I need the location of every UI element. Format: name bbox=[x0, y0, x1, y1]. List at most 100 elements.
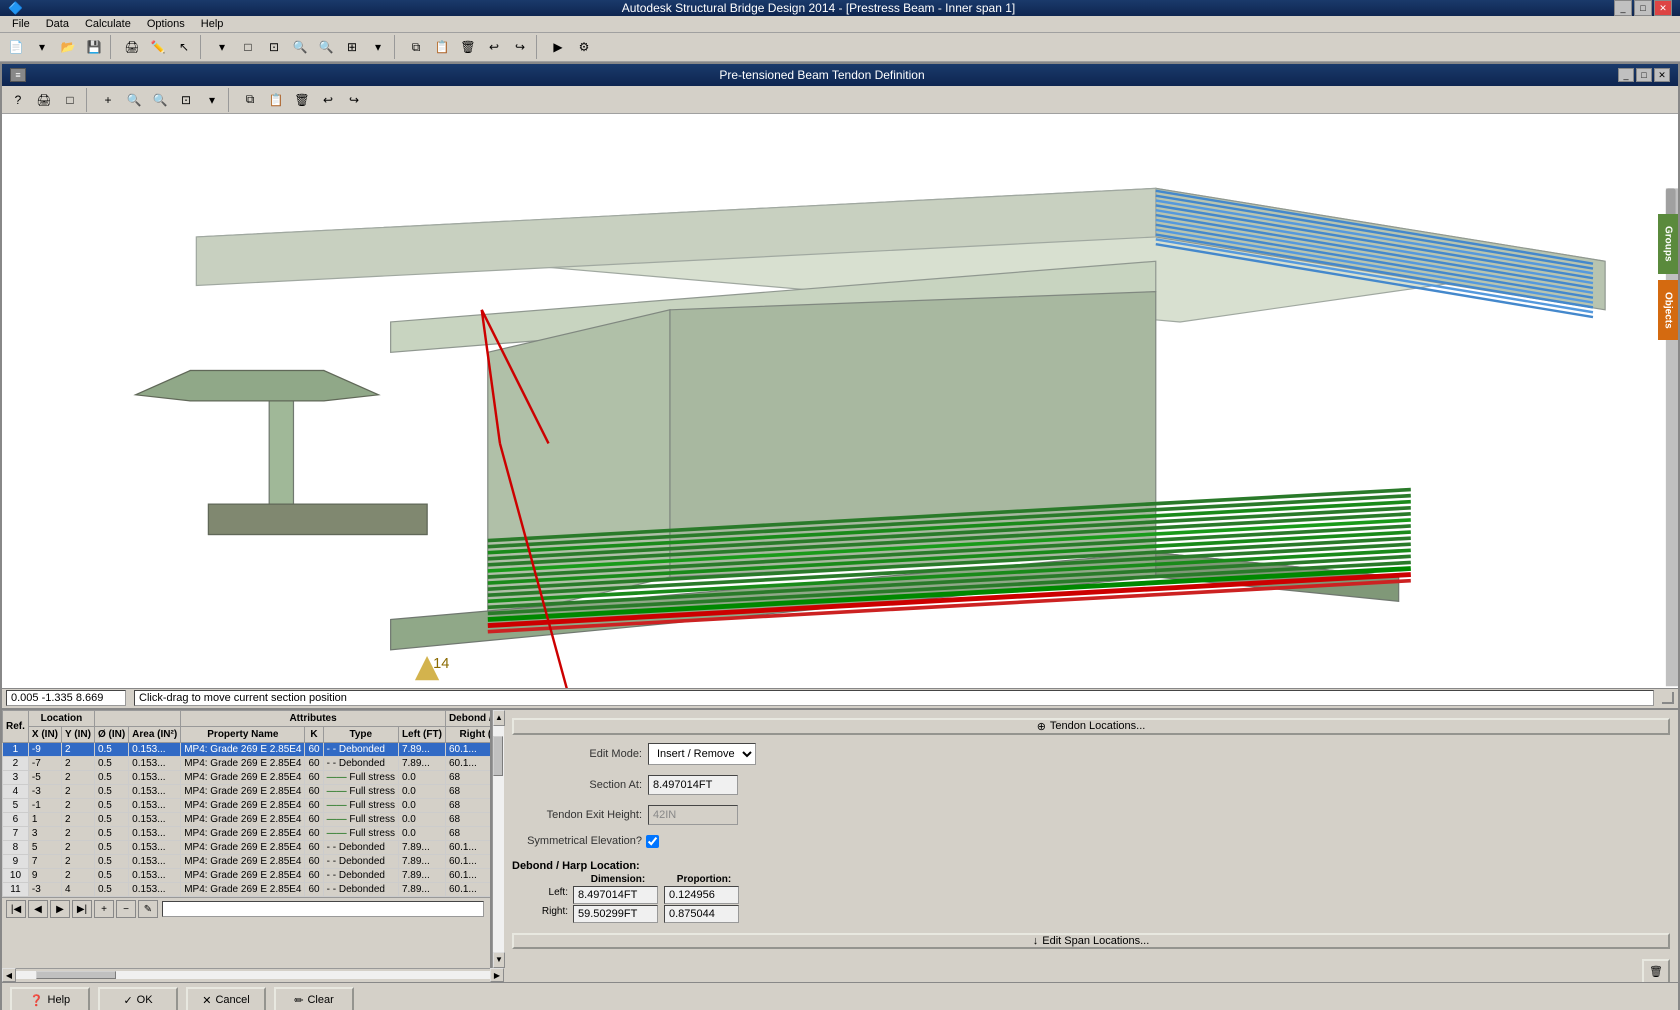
dg-right-dim[interactable] bbox=[573, 905, 658, 923]
table-row[interactable]: 7 3 2 0.5 0.153... MP4: Grade 269 E 2.85… bbox=[3, 826, 491, 840]
tendon-exit-input[interactable] bbox=[648, 805, 738, 825]
dlg-help[interactable]: ? bbox=[6, 88, 30, 112]
tb-dropdown2[interactable]: ▾ bbox=[210, 35, 234, 59]
cell-dia: 0.5 bbox=[94, 784, 128, 798]
dg-empty bbox=[512, 874, 572, 885]
tb-paste[interactable]: 📋 bbox=[430, 35, 454, 59]
cell-prop: MP4: Grade 269 E 2.85E4 bbox=[181, 854, 305, 868]
table-row[interactable]: 3 -5 2 0.5 0.153... MP4: Grade 269 E 2.8… bbox=[3, 770, 491, 784]
tb-cursor[interactable]: ↖ bbox=[172, 35, 196, 59]
section-at-input[interactable] bbox=[648, 775, 738, 795]
tb-open[interactable]: 📂 bbox=[56, 35, 80, 59]
tb-print[interactable]: 🖨 bbox=[120, 35, 144, 59]
cell-area: 0.153... bbox=[129, 854, 181, 868]
dialog-minimize[interactable]: _ bbox=[1618, 68, 1634, 82]
dlg-zoom-in[interactable]: 🔍 bbox=[122, 88, 146, 112]
dlg-del[interactable]: 🗑 bbox=[290, 88, 314, 112]
nav-last[interactable]: ▶| bbox=[72, 900, 92, 918]
tb-save[interactable]: 💾 bbox=[82, 35, 106, 59]
tb-undo[interactable]: ↩ bbox=[482, 35, 506, 59]
tb-measure[interactable]: ⊞ bbox=[340, 35, 364, 59]
tb-copy[interactable]: ⧉ bbox=[404, 35, 428, 59]
dg-left-prop[interactable] bbox=[664, 886, 739, 904]
nav-add[interactable]: + bbox=[94, 900, 114, 918]
ok-icon: ✓ bbox=[123, 994, 132, 1007]
menu-data[interactable]: Data bbox=[38, 16, 77, 32]
table-vscroll[interactable]: ▲ ▼ bbox=[492, 710, 504, 968]
edit-span-btn[interactable]: ↓ Edit Span Locations... bbox=[512, 933, 1670, 949]
close-btn[interactable]: ✕ bbox=[1654, 0, 1672, 16]
table-row[interactable]: 5 -1 2 0.5 0.153... MP4: Grade 269 E 2.8… bbox=[3, 798, 491, 812]
hscroll-thumb[interactable] bbox=[36, 971, 116, 979]
menu-file[interactable]: File bbox=[4, 16, 38, 32]
th-x: X (IN) bbox=[28, 726, 61, 742]
menu-options[interactable]: Options bbox=[139, 16, 193, 32]
cancel-button[interactable]: ✕ Cancel bbox=[186, 987, 266, 1010]
tb-delete[interactable]: 🗑 bbox=[456, 35, 480, 59]
dg-right-prop[interactable] bbox=[664, 905, 739, 923]
vscroll-thumb[interactable] bbox=[493, 736, 503, 776]
resize-handle[interactable] bbox=[1662, 692, 1674, 704]
tb-zoom[interactable]: 🔍 bbox=[288, 35, 312, 59]
tendon-table: Ref. Location Attributes Debond / Harp X… bbox=[2, 710, 490, 897]
tb-run[interactable]: ▶ bbox=[546, 35, 570, 59]
tb-new[interactable]: 📄 bbox=[4, 35, 28, 59]
table-hscroll[interactable]: ◀ ▶ bbox=[2, 968, 504, 982]
dialog-restore[interactable]: □ bbox=[1636, 68, 1652, 82]
dialog-close[interactable]: ✕ bbox=[1654, 68, 1670, 82]
table-row[interactable]: 1 -9 2 0.5 0.153... MP4: Grade 269 E 2.8… bbox=[3, 742, 491, 756]
help-button[interactable]: ❓ Help bbox=[10, 987, 90, 1010]
table-row[interactable]: 6 1 2 0.5 0.153... MP4: Grade 269 E 2.85… bbox=[3, 812, 491, 826]
dlg-zoom-out[interactable]: 🔍 bbox=[148, 88, 172, 112]
table-row[interactable]: 11 -3 4 0.5 0.153... MP4: Grade 269 E 2.… bbox=[3, 882, 491, 896]
tendon-locations-btn[interactable]: ⊕ Tendon Locations... bbox=[512, 718, 1670, 735]
scroll-track[interactable] bbox=[162, 901, 484, 917]
table-row[interactable]: 2 -7 2 0.5 0.153... MP4: Grade 269 E 2.8… bbox=[3, 756, 491, 770]
nav-prev[interactable]: ◀ bbox=[28, 900, 48, 918]
dg-left-dim[interactable] bbox=[573, 886, 658, 904]
cell-ref: 11 bbox=[3, 882, 29, 896]
hscroll-right[interactable]: ▶ bbox=[490, 968, 504, 982]
tb-config[interactable]: ⚙ bbox=[572, 35, 596, 59]
clear-button[interactable]: ✏ Clear bbox=[274, 987, 354, 1010]
tb-pen[interactable]: ✏️ bbox=[146, 35, 170, 59]
dlg-fit[interactable]: ⊡ bbox=[174, 88, 198, 112]
title-bar: 🔷 Autodesk Structural Bridge Design 2014… bbox=[0, 0, 1680, 16]
tb-zoom-out[interactable]: 🔍 bbox=[314, 35, 338, 59]
groups-tab[interactable]: Groups bbox=[1658, 214, 1678, 274]
hscroll-left[interactable]: ◀ bbox=[2, 968, 16, 982]
tb-dropdown[interactable]: ▾ bbox=[30, 35, 54, 59]
tb-redo[interactable]: ↪ bbox=[508, 35, 532, 59]
table-row[interactable]: 4 -3 2 0.5 0.153... MP4: Grade 269 E 2.8… bbox=[3, 784, 491, 798]
3d-view[interactable]: 14 Groups Objects bbox=[2, 114, 1678, 688]
nav-first[interactable]: |◀ bbox=[6, 900, 26, 918]
nav-next[interactable]: ▶ bbox=[50, 900, 70, 918]
table-row[interactable]: 9 7 2 0.5 0.153... MP4: Grade 269 E 2.85… bbox=[3, 854, 491, 868]
ok-button[interactable]: ✓ OK bbox=[98, 987, 178, 1010]
cell-prop: MP4: Grade 269 E 2.85E4 bbox=[181, 756, 305, 770]
dlg-dropdown[interactable]: ▾ bbox=[200, 88, 224, 112]
tb-view2[interactable]: ⊡ bbox=[262, 35, 286, 59]
cell-y: 2 bbox=[62, 868, 95, 882]
maximize-btn[interactable]: □ bbox=[1634, 0, 1652, 16]
dlg-copy[interactable]: ⧉ bbox=[238, 88, 262, 112]
symmetrical-checkbox[interactable] bbox=[646, 835, 659, 848]
dlg-view[interactable]: □ bbox=[58, 88, 82, 112]
cell-k: 60 bbox=[305, 798, 323, 812]
nav-edit[interactable]: ✎ bbox=[138, 900, 158, 918]
tb-view1[interactable]: □ bbox=[236, 35, 260, 59]
minimize-btn[interactable]: _ bbox=[1614, 0, 1632, 16]
objects-tab[interactable]: Objects bbox=[1658, 280, 1678, 340]
table-row[interactable]: 8 5 2 0.5 0.153... MP4: Grade 269 E 2.85… bbox=[3, 840, 491, 854]
tb-dropdown3[interactable]: ▾ bbox=[366, 35, 390, 59]
menu-calculate[interactable]: Calculate bbox=[77, 16, 139, 32]
dlg-paste[interactable]: 📋 bbox=[264, 88, 288, 112]
menu-help[interactable]: Help bbox=[193, 16, 232, 32]
dlg-add[interactable]: + bbox=[96, 88, 120, 112]
dlg-undo[interactable]: ↩ bbox=[316, 88, 340, 112]
dlg-print[interactable]: 🖨 bbox=[32, 88, 56, 112]
table-row[interactable]: 10 9 2 0.5 0.153... MP4: Grade 269 E 2.8… bbox=[3, 868, 491, 882]
nav-delete[interactable]: − bbox=[116, 900, 136, 918]
dlg-redo[interactable]: ↪ bbox=[342, 88, 366, 112]
edit-mode-select[interactable]: Insert / Remove Move bbox=[648, 743, 756, 765]
